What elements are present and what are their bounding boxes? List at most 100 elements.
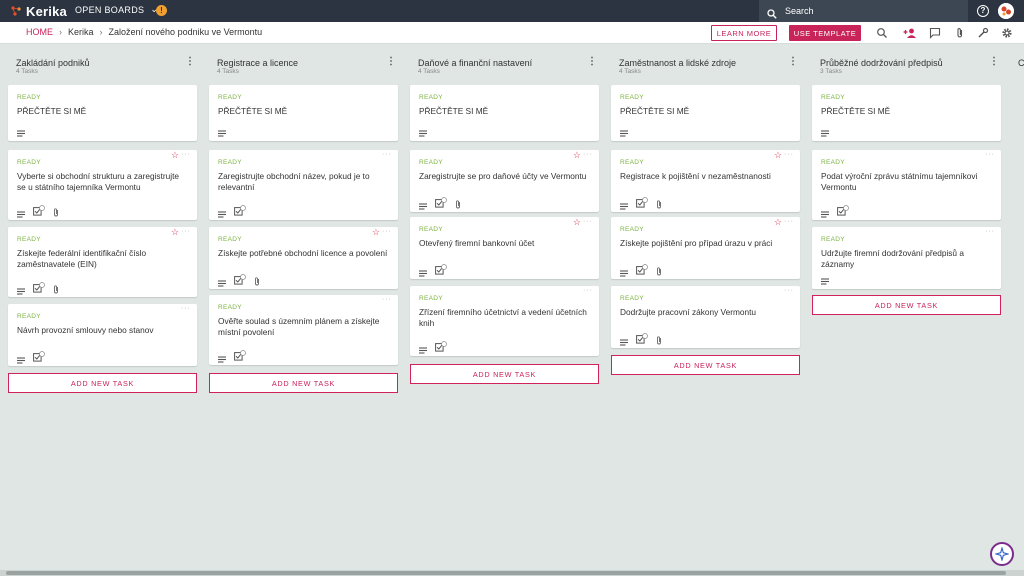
add-new-task-button[interactable]: ADD NEW TASK [209, 373, 398, 393]
sparkle-icon [995, 547, 1009, 561]
task-card[interactable]: READY Zřízení firemního účetnictví a vede… [410, 286, 599, 356]
column-title[interactable]: Průběžné dodržování předpisů [820, 58, 943, 68]
card-more-icon[interactable]: ··· [181, 304, 191, 314]
use-template-button[interactable]: USE TEMPLATE [789, 25, 861, 41]
gear-icon[interactable] [1001, 27, 1013, 39]
card-corner-actions: ··· [985, 227, 995, 237]
task-card[interactable]: READY Dodržujte pracovní zákony Vermontu ·… [611, 286, 800, 348]
star-icon[interactable]: ☆ [573, 150, 581, 160]
wrench-icon[interactable] [977, 27, 989, 39]
task-card[interactable]: READY Otevřený firemní bankovní účet ☆ ··· [410, 217, 599, 279]
add-new-task-button[interactable]: ADD NEW TASK [410, 364, 599, 384]
column-menu-icon[interactable]: ⋮ [788, 57, 798, 67]
search-bar[interactable] [759, 0, 968, 22]
search-input[interactable] [785, 6, 935, 16]
column-header[interactable]: Průběžné dodržování předpisů 3 Tasks ⋮ [804, 45, 1009, 83]
scrollbar-thumb[interactable] [6, 571, 1006, 575]
task-card[interactable]: READY PŘEČTĚTE SI MĚ [8, 85, 197, 141]
star-icon[interactable]: ☆ [573, 217, 581, 227]
task-card[interactable]: READY PŘEČTĚTE SI MĚ [812, 85, 1001, 141]
star-icon[interactable]: ☆ [171, 227, 179, 237]
search-icon[interactable] [876, 27, 888, 39]
card-more-icon[interactable]: ··· [583, 150, 593, 160]
card-more-icon[interactable]: ··· [985, 150, 995, 160]
column-menu-icon[interactable]: ⋮ [587, 57, 597, 67]
task-card[interactable]: READY Registrace k pojištění v nezaměstna… [611, 150, 800, 212]
column-header[interactable]: Zaměstnanost a lidské zdroje 4 Tasks ⋮ [603, 45, 808, 83]
column-title[interactable]: Daňové a finanční nastavení [418, 58, 532, 68]
breadcrumb-org[interactable]: Kerika [68, 27, 94, 37]
card-more-icon[interactable]: ··· [583, 286, 593, 296]
add-person-icon[interactable] [903, 27, 917, 39]
task-status: READY [821, 94, 845, 101]
task-card[interactable]: READY Získejte federální identifikační čí… [8, 227, 197, 297]
task-status: READY [419, 159, 443, 166]
attachment-icon [656, 332, 662, 345]
column-menu-icon[interactable]: ⋮ [989, 57, 999, 67]
add-new-task-button[interactable]: ADD NEW TASK [812, 295, 1001, 315]
task-title: Vyberte si obchodní strukturu a zaregist… [17, 171, 180, 192]
star-icon[interactable]: ☆ [171, 150, 179, 160]
task-card[interactable]: READY Získejte potřebné obchodní licence … [209, 227, 398, 289]
breadcrumb-home[interactable]: HOME [26, 27, 53, 37]
task-card[interactable]: READY Vyberte si obchodní strukturu a zar… [8, 150, 197, 220]
column-header[interactable]: Zakládání podniků 4 Tasks ⋮ [0, 45, 205, 83]
card-icons [821, 203, 849, 218]
task-card[interactable]: READY Ověřte soulad s územním plánem a zí… [209, 295, 398, 365]
checklist-icon [636, 262, 648, 275]
task-card[interactable]: READY Zaregistrujte obchodní název, pokud… [209, 150, 398, 220]
card-more-icon[interactable]: ··· [784, 286, 794, 296]
help-icon[interactable]: ? [977, 5, 989, 17]
column-header[interactable]: Registrace a licence 4 Tasks ⋮ [201, 45, 406, 83]
card-more-icon[interactable]: ··· [784, 150, 794, 160]
card-more-icon[interactable]: ··· [181, 227, 191, 237]
column-header[interactable]: Daňové a finanční nastavení 4 Tasks ⋮ [402, 45, 607, 83]
column-title[interactable]: Registrace a licence [217, 58, 298, 68]
checklist-icon [435, 195, 447, 208]
column-task-count: 4 Tasks [619, 68, 641, 75]
star-icon[interactable]: ☆ [774, 217, 782, 227]
task-card[interactable]: READY PŘEČTĚTE SI MĚ [410, 85, 599, 141]
column-menu-icon[interactable]: ⋮ [185, 57, 195, 67]
card-icons [821, 124, 829, 137]
card-more-icon[interactable]: ··· [985, 227, 995, 237]
brand-name: Kerika [26, 3, 67, 19]
description-icon [419, 124, 427, 137]
star-icon[interactable]: ☆ [774, 150, 782, 160]
task-card[interactable]: READY Zaregistrujte se pro daňové účty ve… [410, 150, 599, 212]
add-new-task-button[interactable]: ADD NEW TASK [8, 373, 197, 393]
attachment-icon[interactable] [954, 27, 966, 39]
notification-icon[interactable]: ! [156, 5, 167, 16]
card-more-icon[interactable]: ··· [583, 217, 593, 227]
column-task-count: 3 Tasks [820, 68, 842, 75]
card-icons [419, 339, 447, 354]
kerika-logo[interactable]: Kerika [10, 3, 67, 19]
column-title[interactable]: Zakládání podniků [16, 58, 90, 68]
column-title[interactable]: Zaměstnanost a lidské zdroje [619, 58, 736, 68]
user-avatar[interactable] [998, 3, 1014, 19]
add-new-task-button[interactable]: ADD NEW TASK [611, 355, 800, 375]
board-column: Zakládání podniků 4 Tasks ⋮ READY PŘEČTĚTE S… [0, 45, 197, 570]
card-more-icon[interactable]: ··· [382, 295, 392, 305]
open-boards-button[interactable]: OPEN BOARDS ⌄ [75, 4, 158, 15]
task-status: READY [17, 313, 41, 320]
star-icon[interactable]: ☆ [372, 227, 380, 237]
horizontal-scrollbar[interactable] [0, 570, 1024, 576]
task-card[interactable]: READY PŘEČTĚTE SI MĚ [209, 85, 398, 141]
learn-more-button[interactable]: LEARN MORE [711, 25, 777, 41]
card-more-icon[interactable]: ··· [181, 150, 191, 160]
task-card[interactable]: READY PŘEČTĚTE SI MĚ [611, 85, 800, 141]
task-title: PŘEČTĚTE SI MĚ [821, 106, 891, 116]
card-more-icon[interactable]: ··· [382, 227, 392, 237]
task-card[interactable]: READY Udržujte firemní dodržování předpis… [812, 227, 1001, 289]
task-card[interactable]: READY Získejte pojištění pro případ úrazu… [611, 217, 800, 279]
card-corner-actions: ··· [382, 150, 392, 160]
assistant-button[interactable] [990, 542, 1014, 566]
card-more-icon[interactable]: ··· [784, 217, 794, 227]
column-menu-icon[interactable]: ⋮ [386, 57, 396, 67]
task-card[interactable]: READY Návrh provozní smlouvy nebo stanov ·… [8, 304, 197, 366]
card-more-icon[interactable]: ··· [382, 150, 392, 160]
task-card[interactable]: READY Podat výroční zprávu státnímu tajem… [812, 150, 1001, 220]
chat-icon[interactable] [929, 27, 941, 39]
next-column-edge: C [1018, 58, 1024, 68]
